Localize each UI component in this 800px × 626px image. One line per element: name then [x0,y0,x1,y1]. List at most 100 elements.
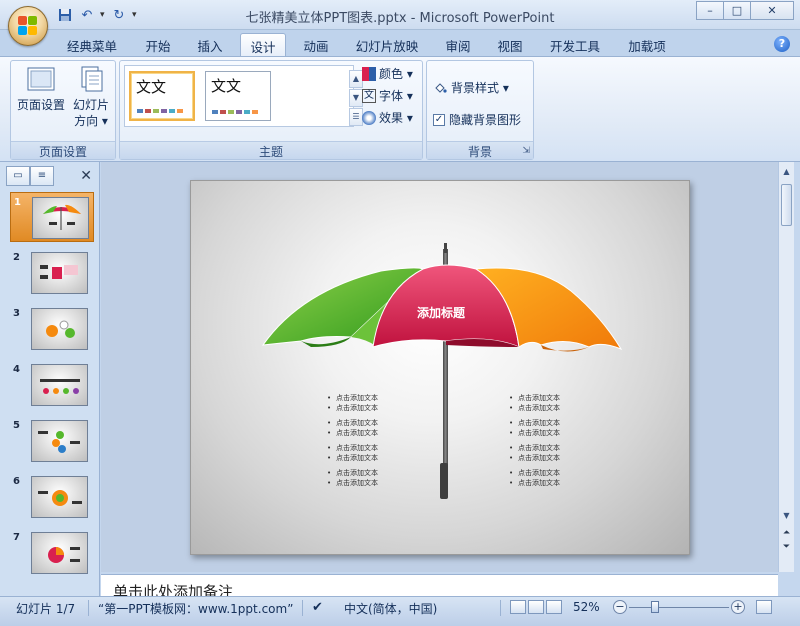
office-logo-icon [18,16,38,36]
group-background: 背景样式 ▾ ✓ 隐藏背景图形 背景 ⇲ [426,60,534,160]
tab-addins[interactable]: 加载项 [618,33,676,56]
normal-view-icon[interactable] [510,600,526,614]
slides-pane: ▭ ≡ ✕ 1 2 3 4 5 6 7 [0,162,100,596]
theme-effects-button[interactable]: 效果 ▾ [362,109,413,126]
page-setup-button[interactable]: 页面设置 [15,65,67,113]
slide-thumbnail-5[interactable]: 5 [10,416,94,466]
outline-tab-icon[interactable]: ≡ [30,166,54,186]
notes-pane[interactable]: 单击此处添加备注 [101,574,778,596]
gallery-down-icon[interactable]: ▼ [349,89,363,107]
bullet-text: 点击添加文本 [327,393,378,403]
slide-number: 3 [13,308,20,319]
current-slide[interactable]: 添加标题 点击添加文本点击添加文本 点击添加文本点击添加文本 点击添加文本点击添… [190,180,690,555]
status-divider [500,600,501,616]
tab-review[interactable]: 审阅 [438,33,478,56]
slide-thumbnail-2[interactable]: 2 [10,248,94,298]
slide-orientation-button[interactable]: 幻灯片 方向 ▾ [67,65,115,129]
language-indicator[interactable]: 中文(简体，中国) [344,600,437,617]
group-label-background: 背景 [427,141,533,159]
bullet-text: 点击添加文本 [509,478,560,488]
scroll-thumb[interactable] [781,184,792,226]
theme-thumb-text: 文文 [211,77,242,95]
theme-thumb-text: 文文 [136,78,167,96]
effects-icon [362,110,376,125]
tab-view[interactable]: 视图 [490,33,530,56]
slideshow-view-icon[interactable] [546,600,562,614]
bullet-text: 点击添加文本 [327,443,378,453]
dialog-launcher-icon[interactable]: ⇲ [522,146,530,156]
hide-background-graphics[interactable]: ✓ 隐藏背景图形 [433,111,521,128]
bullet-text: 点击添加文本 [327,478,378,488]
gallery-more-icon[interactable]: ☰ [349,108,363,126]
minimize-button[interactable]: – [696,1,724,20]
spell-check-icon[interactable]: ✔ [312,600,323,615]
tab-classic-menu[interactable]: 经典菜单 [56,33,128,56]
slide-thumb-7 [31,532,88,574]
slide-number: 5 [13,420,20,431]
zoom-level[interactable]: 52% [573,600,600,614]
tab-developer[interactable]: 开发工具 [542,33,608,56]
vertical-scrollbar[interactable]: ▲ ▼ ⏶ ⏷ [778,162,794,572]
title-bar: ↶ ▾ ↻ ▾ 七张精美立体PPT图表.pptx - Microsoft Pow… [0,0,800,30]
zoom-slider-track[interactable] [629,607,729,608]
slide-thumbnail-7[interactable]: 7 [10,528,94,578]
tab-design[interactable]: 设计 [240,33,286,56]
zoom-slider-knob[interactable] [651,601,659,613]
slide-sorter-icon[interactable] [528,600,544,614]
zoom-in-icon[interactable]: + [731,600,745,614]
slide-thumb-5 [31,420,88,462]
previous-slide-icon[interactable]: ⏶ [779,528,794,538]
next-slide-icon[interactable]: ⏷ [779,542,794,552]
slide-orientation-icon [76,65,106,93]
hide-graphics-label: 隐藏背景图形 [449,113,522,127]
theme-thumbnail-alt[interactable]: 文文 [205,71,271,121]
window-controls: – □ ✕ [696,1,794,20]
fit-to-window-icon[interactable] [756,600,772,614]
page-setup-label: 页面设置 [16,98,65,112]
theme-thumbnail-office[interactable]: 文文 [129,71,195,121]
page-setup-icon [26,65,56,93]
slide-number: 4 [13,364,20,375]
bullet-text: 点击添加文本 [509,443,560,453]
slide-thumbnail-6[interactable]: 6 [10,472,94,522]
slides-tab-icon[interactable]: ▭ [6,166,30,186]
theme-colors-button[interactable]: 颜色 ▾ [362,65,413,82]
slide-number: 7 [13,532,20,543]
theme-colors-label: 颜色 ▾ [379,67,413,81]
slide-thumbnail-1[interactable]: 1 [10,192,94,242]
hide-graphics-checkbox[interactable]: ✓ [433,113,445,126]
theme-fonts-label: 字体 ▾ [379,89,413,103]
slide-thumb-umbrella [32,197,89,239]
slide-thumbnail-4[interactable]: 4 [10,360,94,410]
maximize-button[interactable]: □ [723,1,751,20]
bullet-text: 点击添加文本 [509,468,560,478]
tab-slideshow[interactable]: 幻灯片放映 [348,33,426,56]
ribbon-tabs: 经典菜单 开始 插入 设计 动画 幻灯片放映 审阅 视图 开发工具 加载项 ? [0,30,800,56]
bullet-list-right[interactable]: 点击添加文本点击添加文本 点击添加文本点击添加文本 点击添加文本点击添加文本 点… [509,393,560,493]
slide-thumb-4 [31,364,88,406]
slide-title[interactable]: 添加标题 [401,304,481,321]
slide-number: 1 [14,197,21,208]
tab-insert[interactable]: 插入 [190,33,230,56]
tab-animation[interactable]: 动画 [296,33,336,56]
tab-home[interactable]: 开始 [138,33,178,56]
slide-thumbnail-3[interactable]: 3 [10,304,94,354]
zoom-out-icon[interactable]: − [613,600,627,614]
theme-fonts-button[interactable]: 文 字体 ▾ [362,87,413,104]
background-styles-button[interactable]: 背景样式 ▾ [433,79,509,96]
help-icon[interactable]: ? [774,36,790,52]
status-divider [302,600,303,616]
slide-thumb-3 [31,308,88,350]
office-button[interactable] [8,6,48,46]
bullet-list-left[interactable]: 点击添加文本点击添加文本 点击添加文本点击添加文本 点击添加文本点击添加文本 点… [327,393,378,493]
scroll-up-icon[interactable]: ▲ [779,164,794,180]
close-button[interactable]: ✕ [750,1,794,20]
group-label-page-setup: 页面设置 [11,141,115,159]
scroll-down-icon[interactable]: ▼ [779,508,794,524]
paint-bucket-icon [433,81,447,95]
ribbon: 页面设置 幻灯片 方向 ▾ 页面设置 文文 文文 ▲ ▼ ☰ 颜色 ▾ 文 字体… [0,56,800,162]
gallery-up-icon[interactable]: ▲ [349,70,363,88]
pane-tabs: ▭ ≡ ✕ [4,166,98,188]
theme-effects-label: 效果 ▾ [379,111,413,125]
pane-close-icon[interactable]: ✕ [80,168,92,184]
